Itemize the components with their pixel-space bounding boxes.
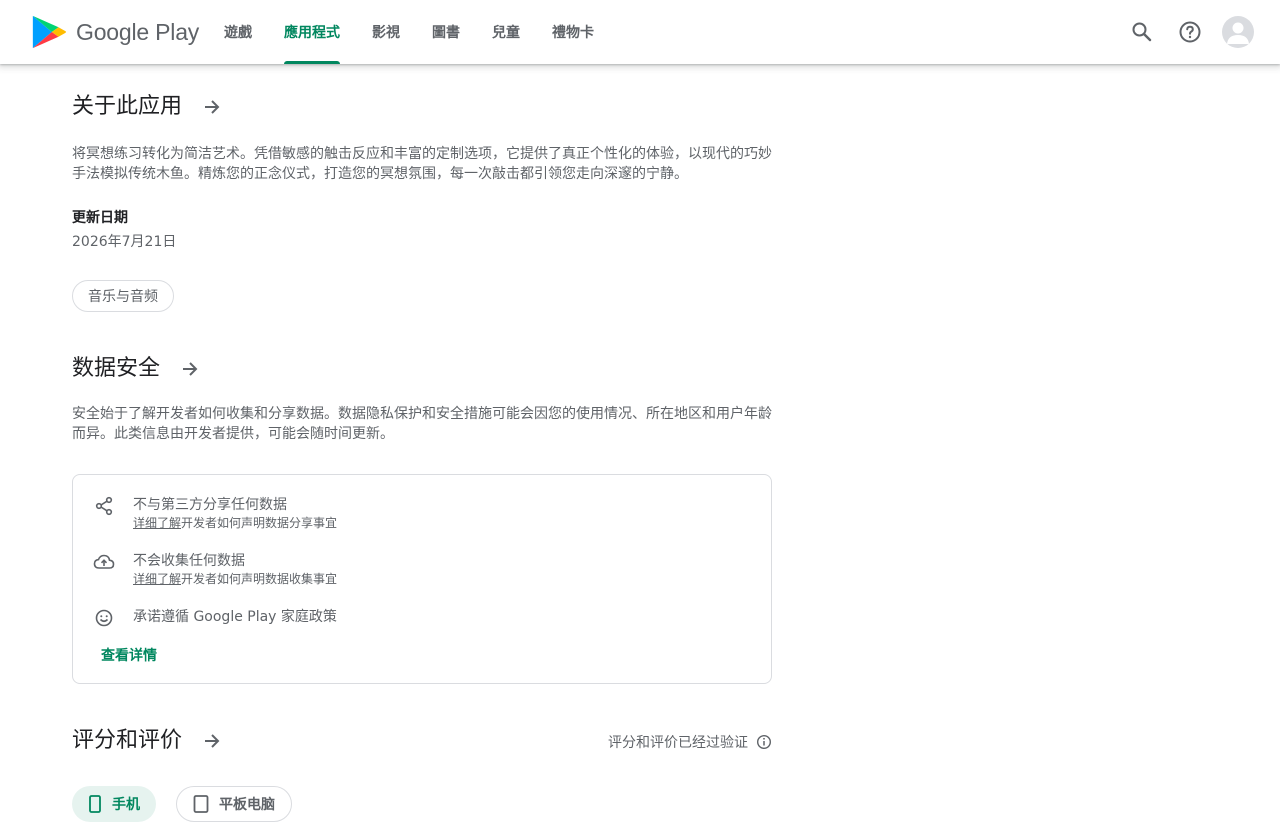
avatar <box>1222 16 1254 48</box>
data-safety-item-main: 承诺遵循 Google Play 家庭政策 <box>133 609 337 625</box>
search-button[interactable] <box>1118 8 1166 56</box>
cloud-upload-icon <box>93 551 115 573</box>
about-title: 关于此应用 <box>72 94 183 119</box>
arrow-right-icon <box>183 362 198 376</box>
learn-more-link[interactable]: 详细了解 <box>133 572 181 586</box>
google-play-logo-icon[interactable] <box>30 13 68 51</box>
nav-tab-movies[interactable]: 影視 <box>356 0 416 64</box>
data-safety-expand-button[interactable] <box>174 353 206 385</box>
updated-on-label: 更新日期 <box>72 210 128 226</box>
nav-tab-kids[interactable]: 兒童 <box>476 0 536 64</box>
tablet-icon <box>193 795 209 813</box>
data-safety-card: 不与第三方分享任何数据 详细了解开发者如何声明数据分享事宜 不会收集任何数据 详… <box>72 474 772 684</box>
nav-tab-games[interactable]: 遊戲 <box>208 0 268 64</box>
about-section-header: 关于此应用 <box>72 91 228 123</box>
device-chip-label: 手机 <box>112 797 140 813</box>
data-safety-item: 承诺遵循 Google Play 家庭政策 <box>93 607 337 629</box>
top-nav: 遊戲 應用程式 影視 圖書 兒童 禮物卡 <box>208 0 610 64</box>
ratings-expand-button[interactable] <box>196 725 228 757</box>
arrow-right-icon <box>205 100 220 114</box>
account-button[interactable] <box>1214 8 1262 56</box>
data-safety-item-sub: 详细了解开发者如何声明数据分享事宜 <box>133 515 337 531</box>
data-safety-description: 安全始于了解开发者如何收集和分享数据。数据隐私保护和安全措施可能会因您的使用情况… <box>72 406 772 442</box>
arrow-right-icon <box>205 734 220 748</box>
data-safety-title: 数据安全 <box>72 356 161 381</box>
updated-on-value: 2026年7月21日 <box>72 234 177 250</box>
nav-tab-gift-cards[interactable]: 禮物卡 <box>536 0 610 64</box>
data-safety-item-sub-text: 开发者如何声明数据分享事宜 <box>181 516 338 530</box>
ratings-verified: 评分和评价已经过验证 <box>608 732 772 752</box>
nav-tab-apps[interactable]: 應用程式 <box>268 0 356 64</box>
data-safety-item-text: 不与第三方分享任何数据 详细了解开发者如何声明数据分享事宜 <box>133 495 337 531</box>
device-chip-tablet[interactable]: 平板电脑 <box>176 786 292 822</box>
brand-name[interactable]: Google Play <box>76 16 199 48</box>
phone-icon <box>89 795 101 813</box>
help-button[interactable] <box>1166 8 1214 56</box>
account-icon <box>1227 22 1249 44</box>
view-details-link[interactable]: 查看详情 <box>101 645 157 665</box>
search-icon <box>1132 22 1152 42</box>
data-safety-item-main: 不会收集任何数据 <box>133 553 245 569</box>
about-description: 将冥想练习转化为简洁艺术。凭借敏感的触击反应和丰富的定制选项，它提供了真正个性化… <box>72 146 772 182</box>
header-actions <box>1118 8 1262 56</box>
data-safety-item-text: 承诺遵循 Google Play 家庭政策 <box>133 607 337 629</box>
learn-more-link[interactable]: 详细了解 <box>133 516 181 530</box>
ratings-section-header: 评分和评价 <box>72 725 228 757</box>
nav-tab-books[interactable]: 圖書 <box>416 0 476 64</box>
data-safety-item-text: 不会收集任何数据 详细了解开发者如何声明数据收集事宜 <box>133 551 337 587</box>
top-app-bar: Google Play 遊戲 應用程式 影視 圖書 兒童 禮物卡 <box>0 0 1280 64</box>
device-chip-label: 平板电脑 <box>219 797 275 813</box>
data-safety-item-sub-text: 开发者如何声明数据收集事宜 <box>181 572 338 586</box>
help-icon <box>1179 21 1201 43</box>
data-safety-item: 不会收集任何数据 详细了解开发者如何声明数据收集事宜 <box>93 551 337 587</box>
about-expand-button[interactable] <box>196 91 228 123</box>
ratings-verified-text: 评分和评价已经过验证 <box>608 735 748 751</box>
data-safety-item: 不与第三方分享任何数据 详细了解开发者如何声明数据分享事宜 <box>93 495 337 531</box>
info-icon[interactable] <box>756 734 772 750</box>
smiley-icon <box>93 607 115 629</box>
device-chip-phone[interactable]: 手机 <box>72 786 156 822</box>
category-chip[interactable]: 音乐与音频 <box>72 280 174 312</box>
data-safety-section-header: 数据安全 <box>72 353 206 385</box>
data-safety-item-sub: 详细了解开发者如何声明数据收集事宜 <box>133 571 337 587</box>
data-safety-item-main: 不与第三方分享任何数据 <box>133 497 287 513</box>
share-icon <box>93 495 115 517</box>
ratings-title: 评分和评价 <box>72 728 183 753</box>
